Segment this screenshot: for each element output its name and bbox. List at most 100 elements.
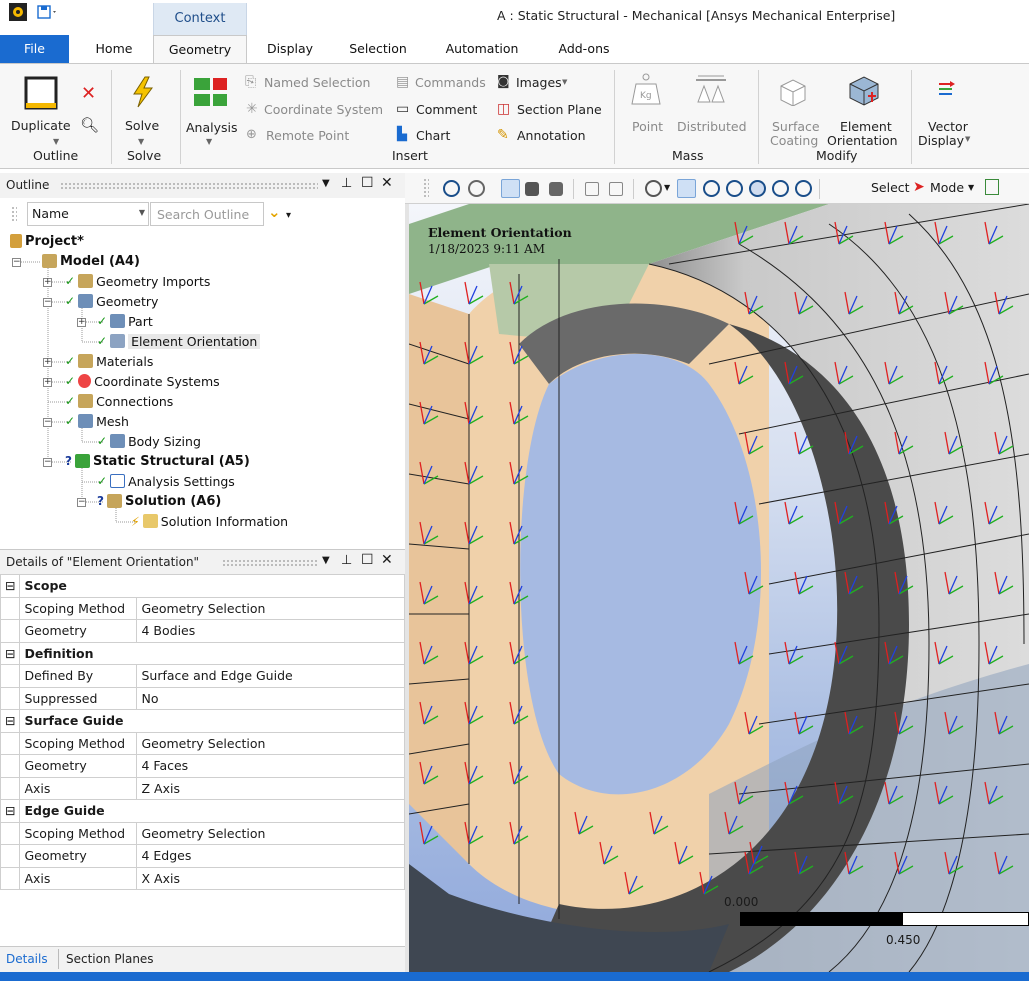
chevron-down-icon[interactable]: ▼ bbox=[138, 137, 144, 146]
box-zoom-icon[interactable] bbox=[609, 182, 623, 196]
collapse-icon[interactable]: − bbox=[12, 258, 21, 267]
details-section-scope[interactable]: ⊟ Scope bbox=[0, 574, 405, 598]
details-section-surface-guide[interactable]: ⊟ Surface Guide bbox=[0, 709, 405, 733]
tab-add-ons[interactable]: Add-ons bbox=[549, 35, 619, 63]
zoom-previous-icon[interactable] bbox=[795, 180, 812, 197]
tab-display[interactable]: Display bbox=[258, 35, 322, 63]
details-section-definition[interactable]: ⊟ Definition bbox=[0, 641, 405, 665]
search-outline-input[interactable]: Search Outline bbox=[150, 202, 264, 226]
save-icon[interactable] bbox=[37, 5, 56, 19]
distributed-mass-icon[interactable] bbox=[694, 74, 728, 107]
tree-item-analysis-settings[interactable]: ✓ Analysis Settings bbox=[97, 471, 235, 491]
details-row[interactable]: Axis Z Axis bbox=[0, 776, 405, 800]
box-select-icon[interactable] bbox=[585, 182, 599, 196]
tree-item-geometry[interactable]: ✓ Geometry bbox=[65, 291, 158, 311]
dropdown-icon[interactable]: ▾ bbox=[286, 210, 291, 221]
duplicate-icon[interactable] bbox=[24, 76, 58, 113]
annotation-button[interactable]: Annotation bbox=[517, 128, 586, 143]
tree-item-project[interactable]: Project* bbox=[10, 231, 84, 251]
zoom-box-icon[interactable] bbox=[749, 180, 766, 197]
display-label[interactable]: Display bbox=[918, 133, 964, 148]
select-label[interactable]: Select bbox=[871, 180, 910, 195]
details-row[interactable]: Scoping Method Geometry Selection bbox=[0, 731, 405, 755]
tree-item-part[interactable]: ✓ Part bbox=[97, 311, 153, 331]
comment-icon[interactable]: ▭ bbox=[396, 101, 409, 117]
cursor-icon[interactable]: ➤ bbox=[913, 179, 925, 195]
orientation-label[interactable]: Orientation bbox=[827, 133, 898, 148]
expand-icon[interactable]: + bbox=[43, 278, 52, 287]
details-section-edge-guide[interactable]: ⊟ Edge Guide bbox=[0, 799, 405, 823]
tree-item-static-structural[interactable]: ? Static Structural (A5) bbox=[65, 451, 250, 471]
point-mass-icon[interactable]: Kg bbox=[630, 72, 666, 109]
tab-selection[interactable]: Selection bbox=[340, 35, 416, 63]
section-plane-button[interactable]: Section Plane bbox=[517, 102, 602, 117]
chart-icon[interactable]: ▙ bbox=[397, 127, 407, 142]
tab-home[interactable]: Home bbox=[86, 35, 142, 63]
tree-item-solution[interactable]: ? Solution (A6) bbox=[97, 491, 221, 511]
zoom-icon[interactable] bbox=[703, 180, 720, 197]
tab-details[interactable]: Details bbox=[6, 952, 48, 966]
tab-automation[interactable]: Automation bbox=[438, 35, 526, 63]
tab-geometry[interactable]: Geometry bbox=[153, 35, 247, 63]
collapse-icon[interactable]: − bbox=[43, 418, 52, 427]
coating-label[interactable]: Coating bbox=[770, 133, 818, 148]
edges-icon[interactable] bbox=[549, 182, 563, 196]
comment-button[interactable]: Comment bbox=[416, 102, 477, 117]
analysis-icon[interactable] bbox=[193, 76, 233, 113]
duplicate-button[interactable]: Duplicate bbox=[11, 118, 71, 133]
chevron-down-icon[interactable]: ▼ bbox=[968, 183, 974, 192]
chevron-down-icon[interactable]: ▼ bbox=[139, 208, 145, 217]
dropdown-icon[interactable]: ▼ bbox=[322, 178, 330, 189]
coordinate-system-button[interactable]: Coordinate System bbox=[264, 102, 383, 117]
distributed-mass-button[interactable]: Distributed bbox=[677, 119, 747, 134]
wireframe-icon[interactable] bbox=[525, 182, 539, 196]
pin-icon[interactable]: ⊥ bbox=[341, 553, 352, 568]
tree-item-materials[interactable]: ✓ Materials bbox=[65, 351, 153, 371]
vector-label[interactable]: Vector bbox=[928, 119, 968, 134]
select-filter-icon[interactable] bbox=[985, 179, 999, 195]
solve-icon[interactable] bbox=[131, 76, 155, 111]
tab-section-planes[interactable]: Section Planes bbox=[66, 952, 154, 966]
commands-icon[interactable]: ▤ bbox=[396, 74, 409, 90]
point-mass-button[interactable]: Point bbox=[632, 119, 663, 134]
chart-button[interactable]: Chart bbox=[416, 128, 450, 143]
maximize-icon[interactable]: ☐ bbox=[361, 175, 374, 191]
rotate-icon[interactable] bbox=[645, 180, 662, 197]
mode-button[interactable]: Mode bbox=[930, 180, 964, 195]
tree-item-geometry-imports[interactable]: ✓ Geometry Imports bbox=[65, 271, 210, 291]
tree-item-mesh[interactable]: ✓ Mesh bbox=[65, 411, 129, 431]
expand-icon[interactable]: + bbox=[77, 318, 86, 327]
close-icon[interactable]: ✕ bbox=[381, 175, 393, 191]
images-icon[interactable]: ◙ bbox=[497, 74, 510, 89]
details-row[interactable]: Geometry 4 Edges bbox=[0, 844, 405, 868]
chevron-down-icon[interactable]: ▼ bbox=[53, 137, 59, 146]
commands-button[interactable]: Commands bbox=[415, 75, 486, 90]
collapse-icon[interactable]: − bbox=[77, 498, 86, 507]
chevron-down-icon[interactable]: ⌄ bbox=[268, 203, 281, 221]
pin-icon[interactable]: ⊥ bbox=[341, 176, 352, 191]
details-row[interactable]: Defined By Surface and Edge Guide bbox=[0, 664, 405, 688]
tab-file[interactable]: File bbox=[0, 35, 69, 63]
close-icon[interactable]: ✕ bbox=[381, 552, 393, 568]
dropdown-icon[interactable]: ▼ bbox=[322, 555, 330, 566]
surface-coating-icon[interactable] bbox=[777, 76, 809, 109]
chevron-down-icon[interactable]: ▼ bbox=[664, 183, 670, 192]
details-row[interactable]: Geometry 4 Bodies bbox=[0, 619, 405, 643]
details-row[interactable]: Suppressed No bbox=[0, 686, 405, 710]
zoom-in-icon[interactable] bbox=[443, 180, 460, 197]
element-label[interactable]: Element bbox=[840, 119, 892, 134]
surface-label[interactable]: Surface bbox=[772, 119, 820, 134]
zoom-fit-icon[interactable] bbox=[726, 180, 743, 197]
tree-item-model[interactable]: Model (A4) bbox=[42, 251, 140, 271]
expand-icon[interactable]: + bbox=[43, 378, 52, 387]
shaded-view-icon[interactable] bbox=[501, 179, 520, 198]
context-tab[interactable]: Context bbox=[153, 3, 247, 35]
filter-type-select[interactable]: Name ▼ bbox=[27, 202, 149, 226]
chevron-down-icon[interactable]: ▼ bbox=[562, 78, 567, 86]
named-selection-icon[interactable]: ⎘ bbox=[245, 74, 256, 90]
tree-item-body-sizing[interactable]: ✓ Body Sizing bbox=[97, 431, 201, 451]
tree-item-element-orientation[interactable]: ✓ Element Orientation bbox=[97, 331, 261, 351]
cylinder-model[interactable] bbox=[409, 204, 1029, 972]
chevron-down-icon[interactable]: ▼ bbox=[965, 135, 970, 143]
delete-icon[interactable]: ✕ bbox=[81, 83, 96, 104]
